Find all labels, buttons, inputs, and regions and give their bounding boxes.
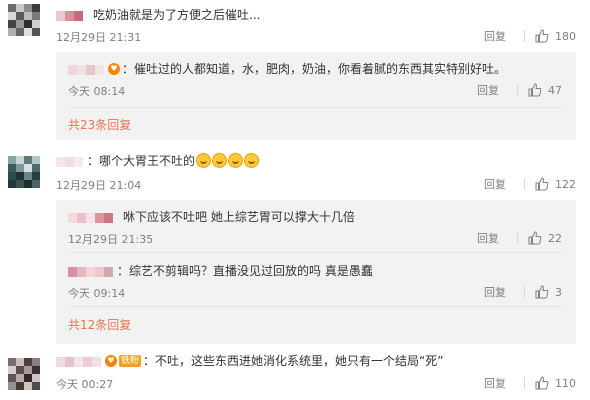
- comment-time: 今天 00:27: [56, 378, 114, 391]
- like-count: 47: [548, 83, 562, 97]
- reply-text-line: 咻下应该不吐吧 她上综艺胃可以撑大十几倍: [68, 208, 355, 225]
- comment-text-line: 吃奶油就是为了方便之后催吐...: [56, 6, 260, 23]
- username[interactable]: [56, 156, 83, 167]
- divider: [68, 252, 564, 253]
- divider: [524, 286, 525, 298]
- like-button[interactable]: 3: [535, 285, 562, 299]
- like-button[interactable]: 122: [535, 177, 576, 191]
- reply-button[interactable]: 回复: [484, 28, 506, 44]
- divider: [524, 178, 525, 190]
- like-count: 122: [555, 177, 576, 191]
- view-more-replies-link[interactable]: 共23条回复: [68, 116, 131, 133]
- comment-text: ：哪个大胃王不吐的: [87, 154, 196, 168]
- reply-box: ♥ ：催吐过的人都知道，水，肥肉，奶油，你看着腻的东西其实特别好吐。 今天 08…: [56, 52, 576, 140]
- fan-badge: 铁粉: [119, 354, 142, 367]
- reply-actions: 回复 3: [484, 284, 562, 300]
- reply-button[interactable]: 回复: [484, 176, 506, 192]
- comment-item: 吃奶油就是为了方便之后催吐... 12月29日 21:31 回复 180 ♥ ：…: [0, 0, 590, 146]
- thumbs-up-icon: [535, 29, 549, 43]
- username[interactable]: [68, 64, 104, 75]
- reply-text: ：催吐过的人都知道，水，肥肉，奶油，你看着腻的东西其实特别好吐。: [122, 62, 507, 76]
- reply-time: 12月29日 21:35: [68, 233, 154, 246]
- grin-emoji-icon: [228, 153, 244, 168]
- like-count: 3: [555, 285, 562, 299]
- like-button[interactable]: 180: [535, 29, 576, 43]
- comment-time: 12月29日 21:31: [56, 31, 142, 44]
- username[interactable]: [56, 10, 83, 21]
- reply-text-line: ♥ ：催吐过的人都知道，水，肥肉，奶油，你看着腻的东西其实特别好吐。: [68, 60, 506, 77]
- divider: [524, 30, 525, 42]
- like-button[interactable]: 22: [528, 231, 562, 245]
- view-more-replies-link[interactable]: 共12条回复: [68, 316, 131, 333]
- username[interactable]: [56, 356, 101, 367]
- username[interactable]: [68, 266, 113, 277]
- comment-text: 吃奶油就是为了方便之后催吐...: [93, 8, 261, 22]
- reply-button[interactable]: 回复: [484, 284, 506, 300]
- thumbs-up-icon: [535, 376, 549, 390]
- reply-actions: 回复 47: [477, 82, 562, 98]
- thumbs-up-icon: [528, 231, 542, 245]
- divider: [517, 84, 518, 96]
- grin-emoji-icon: [196, 153, 212, 168]
- reply-button[interactable]: 回复: [484, 375, 506, 391]
- divider: [517, 232, 518, 244]
- reply-text-line: ：综艺不剪辑吗？直播没见过回放的吗 真是愚蠢: [68, 262, 373, 279]
- username[interactable]: [68, 212, 113, 223]
- thumbs-up-icon: [535, 285, 549, 299]
- comment-text: ：不吐，这些东西进她消化系统里，她只有一个结局“死”: [143, 354, 444, 368]
- comment-actions: 回复 180: [484, 28, 576, 44]
- comment-text-line: ：哪个大胃王不吐的: [56, 152, 260, 169]
- reply-text: 咻下应该不吐吧 她上综艺胃可以撑大十几倍: [123, 210, 355, 224]
- like-count: 180: [555, 29, 576, 43]
- avatar[interactable]: [8, 358, 40, 390]
- like-button[interactable]: 47: [528, 83, 562, 97]
- thumbs-up-icon: [528, 83, 542, 97]
- reply-time: 今天 09:14: [68, 287, 126, 300]
- like-count: 110: [555, 376, 576, 390]
- reply-time: 今天 08:14: [68, 85, 126, 98]
- reply-text: ：综艺不剪辑吗？直播没见过回放的吗 真是愚蠢: [117, 264, 373, 278]
- comment-text-line: ♥ 铁粉 ：不吐，这些东西进她消化系统里，她只有一个结局“死”: [56, 352, 443, 369]
- like-button[interactable]: 110: [535, 376, 576, 390]
- verified-badge-icon: ♥: [108, 62, 120, 75]
- avatar[interactable]: [8, 156, 40, 188]
- divider: [68, 107, 564, 108]
- comment-actions: 回复 110: [484, 375, 576, 391]
- comment-item: ♥ 铁粉 ：不吐，这些东西进她消化系统里，她只有一个结局“死” 今天 00:27…: [0, 346, 590, 400]
- thumbs-up-icon: [535, 177, 549, 191]
- like-count: 22: [548, 231, 562, 245]
- comment-time: 12月29日 21:04: [56, 179, 142, 192]
- reply-button[interactable]: 回复: [477, 82, 499, 98]
- comment-actions: 回复 122: [484, 176, 576, 192]
- reply-actions: 回复 22: [477, 230, 562, 246]
- reply-box: 咻下应该不吐吧 她上综艺胃可以撑大十几倍 12月29日 21:35 回复 22 …: [56, 200, 576, 344]
- comment-item: ：哪个大胃王不吐的 12月29日 21:04 回复 122 咻下应该不吐吧 她上…: [0, 146, 590, 346]
- divider: [524, 377, 525, 389]
- avatar[interactable]: [8, 4, 40, 36]
- verified-badge-icon: ♥: [105, 354, 117, 367]
- grin-emoji-icon: [212, 153, 228, 168]
- divider: [68, 306, 564, 307]
- grin-emoji-icon: [244, 153, 260, 168]
- reply-button[interactable]: 回复: [477, 230, 499, 246]
